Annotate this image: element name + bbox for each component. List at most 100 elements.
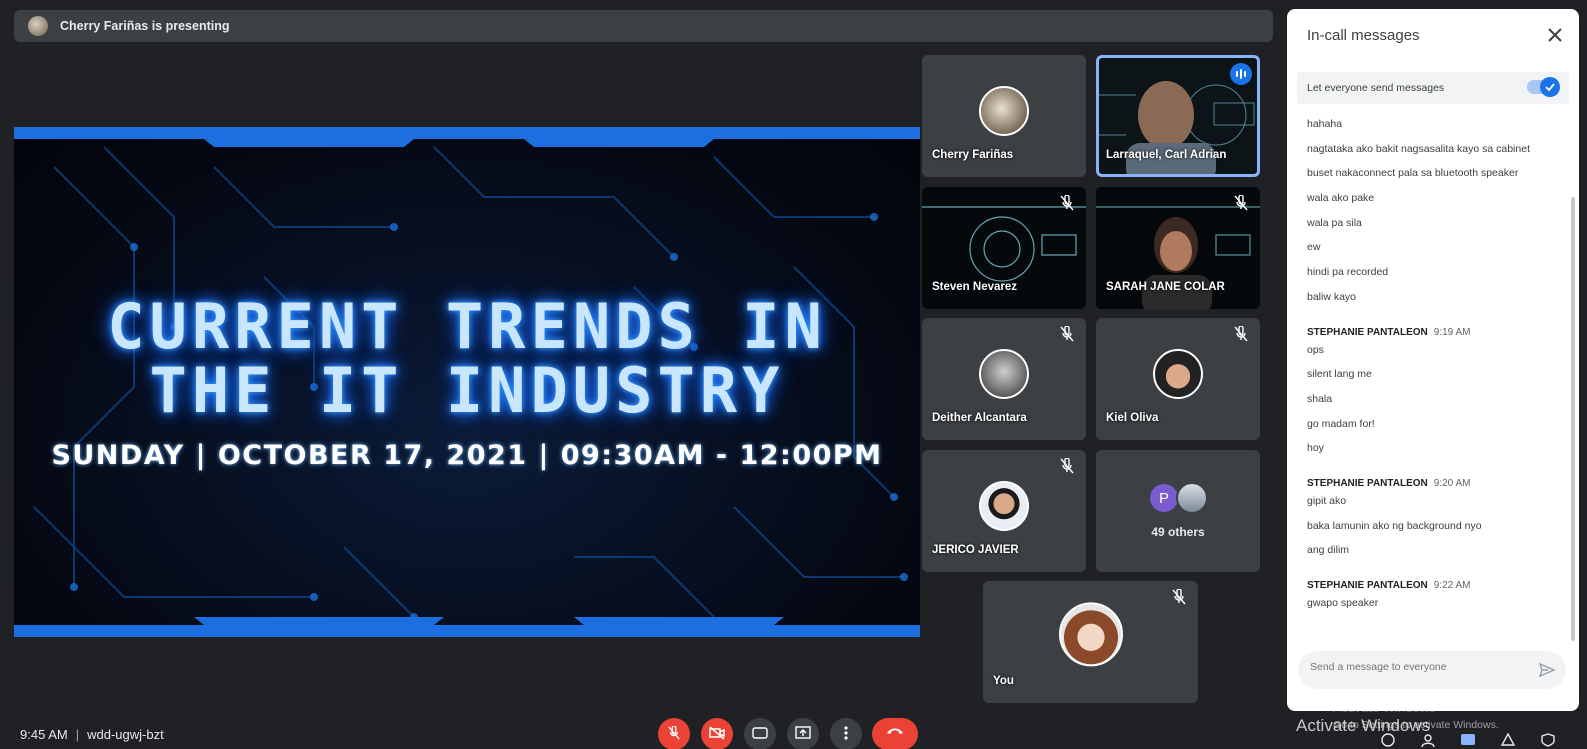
camera-off-icon [709,726,725,740]
host-controls-icon[interactable] [1540,733,1556,747]
message-sender: STEPHANIE PANTALEON 9:22 AM [1307,580,1563,596]
participant-tile[interactable]: Kiel Oliva [1096,318,1260,440]
sender-name: STEPHANIE PANTALEON [1307,477,1428,489]
chat-message: baliw kayo [1307,290,1357,303]
participant-name: Cherry Fariñas [932,149,1014,161]
message-sender: STEPHANIE PANTALEON 9:19 AM [1307,327,1563,343]
meeting-time: 9:45 AM [20,727,68,742]
check-icon [1540,77,1560,97]
presenting-text: Cherry Fariñas is presenting [60,19,230,33]
slide-title-line1: CURRENT TRENDS IN [107,290,827,363]
participant-tile[interactable]: JERICO JAVIER [922,450,1086,572]
message-time: 9:20 AM [1433,477,1471,489]
message-time: 9:22 AM [1433,580,1471,591]
mic-off-icon [1060,458,1074,474]
participant-tile[interactable]: Larraquel, Carl Adrian [1096,55,1260,177]
participant-name: Kiel Oliva [1106,412,1159,424]
toggle-label: Let everyone send messages [1307,82,1445,94]
chat-message: ang dilim [1307,544,1350,557]
chat-message: nagtataka ako bakit nagsasalita kayo sa … [1307,142,1530,155]
sender-name: STEPHANIE PANTALEON [1307,326,1428,338]
message-sender: STEPHANIE PANTALEON 9:20 AM [1307,478,1563,494]
present-button[interactable] [787,718,819,749]
participant-name: JERICO JAVIER [932,544,1019,556]
presenting-banner: Cherry Fariñas is presenting [14,10,1273,42]
leave-call-button[interactable] [872,718,918,749]
participant-name: Deither Alcantara [932,412,1027,424]
self-avatar [1058,602,1123,667]
slide-subtitle: SUNDAY | OCTOBER 17, 2021 | 09:30AM - 12… [51,440,883,471]
speaking-indicator-icon [1230,63,1252,85]
self-tile[interactable]: You [983,581,1198,703]
slide-title-line2: THE IT INDUSTRY [149,354,785,427]
slide-title: CURRENT TRENDS IN THE IT INDUSTRY [14,295,920,423]
send-icon[interactable] [1538,661,1556,679]
participant-name: SARAH JANE COLAR [1106,281,1225,293]
activation-hint: Go to Settings to activate Windows. [1333,719,1499,731]
info-icon[interactable] [1380,733,1396,747]
meeting-code: wdd-ugwj-bzt [87,727,164,742]
close-icon[interactable] [1545,25,1565,45]
camera-button[interactable] [701,718,733,749]
mic-off-icon [1172,589,1186,605]
in-call-messages-panel: In-call messages Let everyone send messa… [1287,9,1579,711]
participant-tile[interactable]: Cherry Fariñas [922,55,1086,177]
mic-off-icon [1234,326,1248,342]
chat-message: gwapo speaker [1307,597,1379,609]
chat-message: wala pa sila [1307,216,1362,229]
divider: | [75,727,80,742]
participant-tile[interactable]: SARAH JANE COLAR [1096,187,1260,309]
meeting-info: 9:45 AM | wdd-ugwj-bzt [20,727,164,742]
activities-icon[interactable] [1500,733,1516,747]
more-vert-icon [844,726,848,740]
people-icon[interactable] [1420,733,1436,747]
participant-tile[interactable]: Steven Nevarez [922,187,1086,309]
others-tile[interactable]: P 49 others [1096,450,1260,572]
others-count: 49 others [1151,525,1205,539]
chat-message: silent lang me [1307,368,1372,381]
others-avatar [1176,482,1208,514]
chat-icon[interactable] [1460,733,1476,747]
chat-scrollbar[interactable] [1571,197,1575,641]
chat-message: baka lamunin ako ng background nyo [1307,519,1482,532]
participant-avatar [979,481,1029,531]
participant-avatar [1153,349,1203,399]
chat-message: hoy [1307,442,1324,455]
participant-avatar [979,349,1029,399]
chat-message: ew [1307,241,1321,254]
sender-name: STEPHANIE PANTALEON [1307,580,1428,591]
microphone-button[interactable] [658,718,690,749]
chat-message: buset nakaconnect pala sa bluetooth spea… [1307,167,1519,180]
message-list: hahaha nagtataka ako bakit nagsasalita k… [1307,117,1563,621]
hang-up-icon [887,728,903,734]
presentation-screen: CURRENT TRENDS IN THE IT INDUSTRY SUNDAY… [14,127,920,637]
participant-name: Larraquel, Carl Adrian [1106,149,1227,161]
chat-message: hindi pa recorded [1307,266,1389,279]
chat-message: hahaha [1307,118,1343,130]
participant-name: You [993,675,1014,687]
messages-permission-row: Let everyone send messages [1297,72,1569,104]
let-everyone-send-toggle[interactable] [1527,77,1560,97]
mic-off-icon [668,726,680,740]
captions-button[interactable] [744,718,776,749]
others-avatars: P [1148,482,1208,514]
presenter-avatar [28,16,48,36]
mic-off-icon [1060,195,1074,211]
mic-off-icon [1234,195,1248,211]
chat-message: go madam for! [1307,417,1375,430]
activation-watermark-ghost: Activate Windows [1333,700,1436,715]
participant-name: Steven Nevarez [932,281,1018,293]
chat-message: gipit ako [1307,494,1347,507]
mic-off-icon [1060,326,1074,342]
more-options-button[interactable] [830,718,862,749]
participant-avatar [979,86,1029,136]
message-input[interactable] [1310,661,1530,673]
message-time: 9:19 AM [1433,326,1471,338]
captions-icon [752,727,768,739]
chat-message: wala ako pake [1307,192,1375,205]
chat-message: ops [1307,343,1324,356]
message-compose [1298,651,1566,689]
chat-message: shala [1307,392,1333,405]
present-screen-icon [795,726,811,739]
participant-tile[interactable]: Deither Alcantara [922,318,1086,440]
